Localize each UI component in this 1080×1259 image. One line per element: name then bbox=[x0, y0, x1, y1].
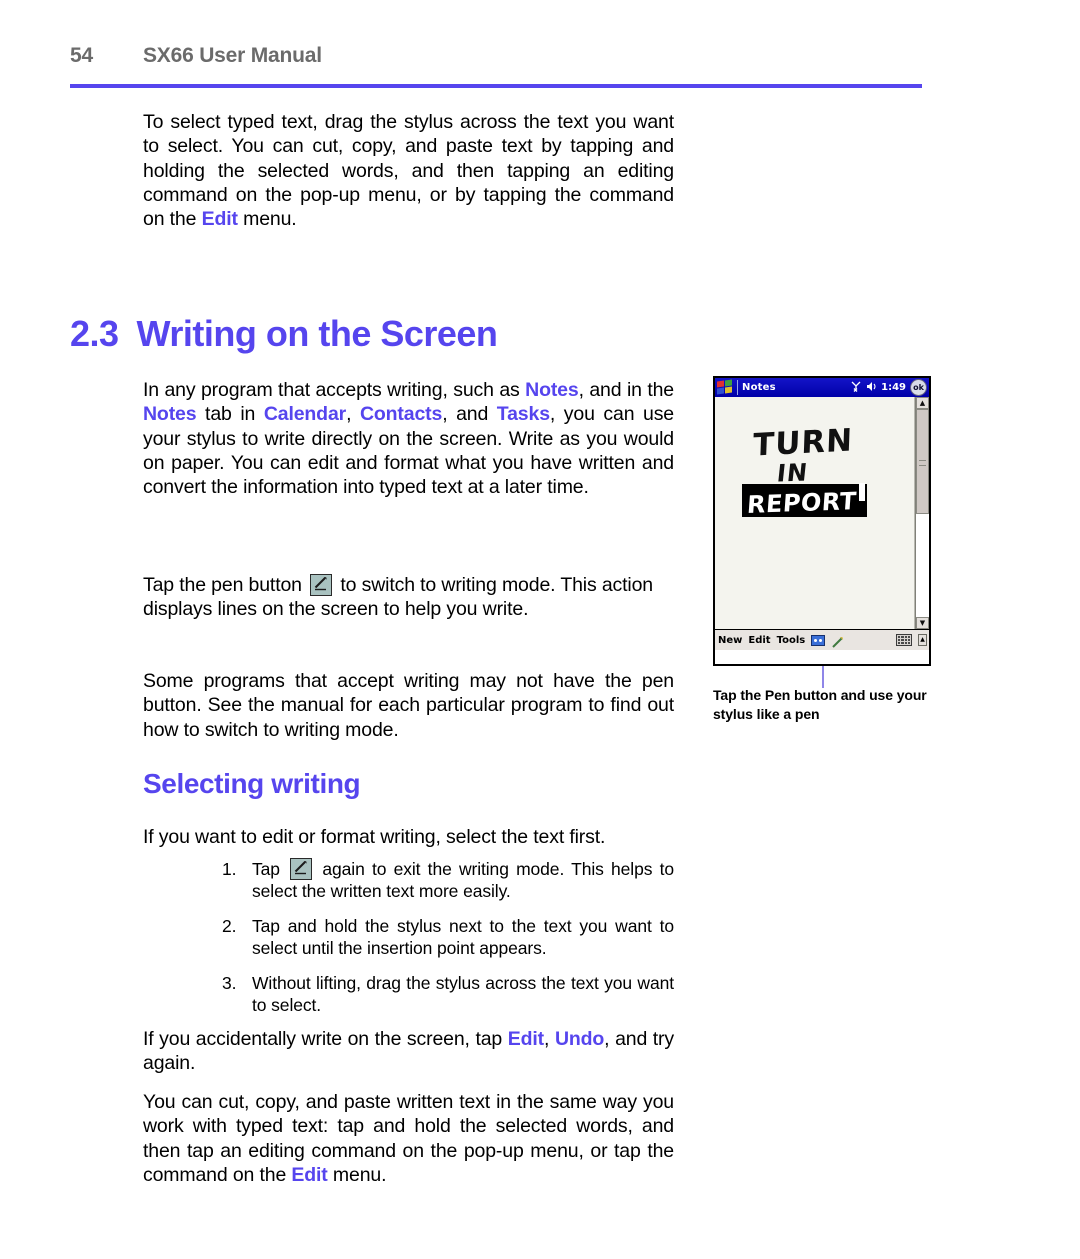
cutcopy-paragraph: You can cut, copy, and paste written tex… bbox=[143, 1090, 674, 1187]
scroll-up-arrow-icon[interactable]: ▲ bbox=[916, 397, 929, 409]
device-app-title: Notes bbox=[742, 382, 776, 393]
pen-paragraph: Tap the pen button to switch to writing … bbox=[143, 573, 674, 622]
writing-text-p5: , and bbox=[442, 403, 497, 426]
undo-paragraph: If you accidentally write on the screen,… bbox=[143, 1027, 674, 1076]
note-canvas-wrap: TURN IN REPORT ▲ ▼ bbox=[715, 397, 929, 629]
pen-text-p1: Tap the pen button bbox=[143, 574, 308, 596]
scrollbar-thumb[interactable] bbox=[916, 409, 929, 514]
list-item: 1. Tap again to exit the writing mode. Th… bbox=[222, 858, 674, 902]
step-marker: 1. bbox=[222, 859, 237, 879]
document-page: 54 SX66 User Manual To select typed text… bbox=[0, 0, 1080, 1259]
menu-edit[interactable]: Edit bbox=[748, 635, 770, 646]
menu-tools[interactable]: Tools bbox=[777, 635, 806, 646]
writing-highlight-contacts: Contacts bbox=[359, 403, 443, 426]
writing-text-p2: , and in the bbox=[578, 379, 675, 401]
step-text-post: again to exit the writing mode. This hel… bbox=[252, 859, 675, 901]
cutcopy-highlight-edit: Edit bbox=[291, 1163, 328, 1186]
subsection-heading: Selecting writing bbox=[143, 768, 361, 799]
writing-text-p3: tab in bbox=[196, 403, 264, 426]
step-marker: 3. bbox=[222, 973, 237, 993]
scroll-down-arrow-icon[interactable]: ▼ bbox=[916, 617, 929, 629]
nopen-paragraph: Some programs that accept writing may no… bbox=[143, 670, 674, 741]
keyboard-chevron-up-icon[interactable]: ▲ bbox=[918, 634, 927, 646]
section-number: 2.3 bbox=[70, 313, 119, 354]
cutcopy-text-p2: menu. bbox=[327, 1163, 387, 1186]
ok-button[interactable]: ok bbox=[910, 379, 927, 396]
page-number: 54 bbox=[70, 44, 93, 67]
device-command-bar: New Edit Tools ▲ bbox=[715, 629, 929, 650]
antenna-off-icon[interactable] bbox=[851, 381, 862, 395]
handwriting-line-1: TURN bbox=[752, 422, 854, 464]
device-titlebar: Notes 1:49 ok bbox=[715, 378, 929, 397]
pen-icon[interactable] bbox=[831, 634, 844, 648]
step-text-pre: Tap bbox=[252, 859, 288, 879]
selecting-paragraph-block: If you want to edit or format writing, s… bbox=[143, 825, 674, 849]
writing-text-p4: , bbox=[346, 403, 360, 426]
undo-text-p1: If you accidentally write on the screen,… bbox=[143, 1028, 508, 1050]
titlebar-separator bbox=[737, 380, 738, 395]
keyboard-icon[interactable] bbox=[896, 634, 912, 646]
intro-highlight-edit: Edit bbox=[201, 208, 238, 231]
page-header: 54 SX66 User Manual bbox=[70, 44, 922, 68]
header-divider bbox=[70, 84, 922, 88]
vertical-scrollbar[interactable]: ▲ ▼ bbox=[915, 397, 929, 629]
record-icon[interactable] bbox=[811, 634, 826, 646]
writing-highlight-calendar: Calendar bbox=[263, 403, 347, 426]
intro-text-part2: menu. bbox=[237, 208, 297, 231]
menu-new[interactable]: New bbox=[718, 635, 742, 646]
writing-text-p1: In any program that accepts writing, suc… bbox=[143, 379, 526, 401]
document-title: SX66 User Manual bbox=[143, 44, 322, 67]
handwriting-line-3: REPORT bbox=[746, 487, 858, 519]
undo-paragraph-block: If you accidentally write on the screen,… bbox=[143, 1027, 674, 1076]
section-title: Writing on the Screen bbox=[136, 313, 498, 354]
undo-highlight-undo: Undo bbox=[554, 1028, 605, 1050]
step-marker: 2. bbox=[222, 916, 237, 936]
writing-highlight-tasks: Tasks bbox=[496, 403, 550, 426]
writing-paragraph: In any program that accepts writing, suc… bbox=[143, 378, 674, 499]
pen-paragraph-block: Tap the pen button to switch to writing … bbox=[143, 573, 674, 622]
figure-caption: Tap the Pen button and use your stylus l… bbox=[713, 687, 927, 722]
pen-button-icon[interactable] bbox=[310, 574, 333, 596]
section-heading: 2.3 Writing on the Screen bbox=[70, 313, 498, 355]
intro-paragraph-block: To select typed text, drag the stylus ac… bbox=[143, 110, 674, 231]
list-item: 2. Tap and hold the stylus next to the te… bbox=[222, 915, 674, 959]
cutcopy-paragraph-block: You can cut, copy, and paste written tex… bbox=[143, 1090, 674, 1187]
pda-screenshot: Notes 1:49 ok TURN IN REPORT ▲ ▼ New Edi… bbox=[713, 376, 931, 666]
steps-list: 1. Tap again to exit the writing mode. Th… bbox=[222, 858, 674, 1016]
device-clock: 1:49 bbox=[881, 382, 906, 393]
undo-highlight-edit: Edit bbox=[507, 1028, 545, 1050]
writing-paragraph-block: In any program that accepts writing, suc… bbox=[143, 378, 674, 499]
windows-logo-icon[interactable] bbox=[717, 379, 734, 395]
intro-paragraph: To select typed text, drag the stylus ac… bbox=[143, 110, 674, 231]
step-text-pre: Tap and hold the stylus next to the text… bbox=[252, 916, 674, 958]
titlebar-status-icons bbox=[851, 381, 878, 395]
undo-text-p2: , bbox=[544, 1028, 555, 1050]
scrollbar-track[interactable] bbox=[916, 409, 929, 617]
note-canvas[interactable]: TURN IN REPORT bbox=[715, 397, 915, 629]
selection-caret bbox=[859, 483, 865, 501]
caption-leader-line bbox=[822, 666, 824, 688]
nopen-paragraph-block: Some programs that accept writing may no… bbox=[143, 669, 674, 742]
selecting-paragraph: If you want to edit or format writing, s… bbox=[143, 826, 606, 848]
speaker-icon[interactable] bbox=[866, 381, 878, 395]
writing-highlight-notes-2: Notes bbox=[143, 403, 197, 426]
pen-button-icon[interactable] bbox=[290, 858, 313, 880]
writing-highlight-notes-1: Notes bbox=[525, 379, 579, 401]
list-item: 3. Without lifting, drag the stylus acros… bbox=[222, 972, 674, 1016]
cutcopy-text-p1: You can cut, copy, and paste written tex… bbox=[143, 1091, 674, 1186]
step-text-pre: Without lifting, drag the stylus across … bbox=[252, 973, 674, 1015]
